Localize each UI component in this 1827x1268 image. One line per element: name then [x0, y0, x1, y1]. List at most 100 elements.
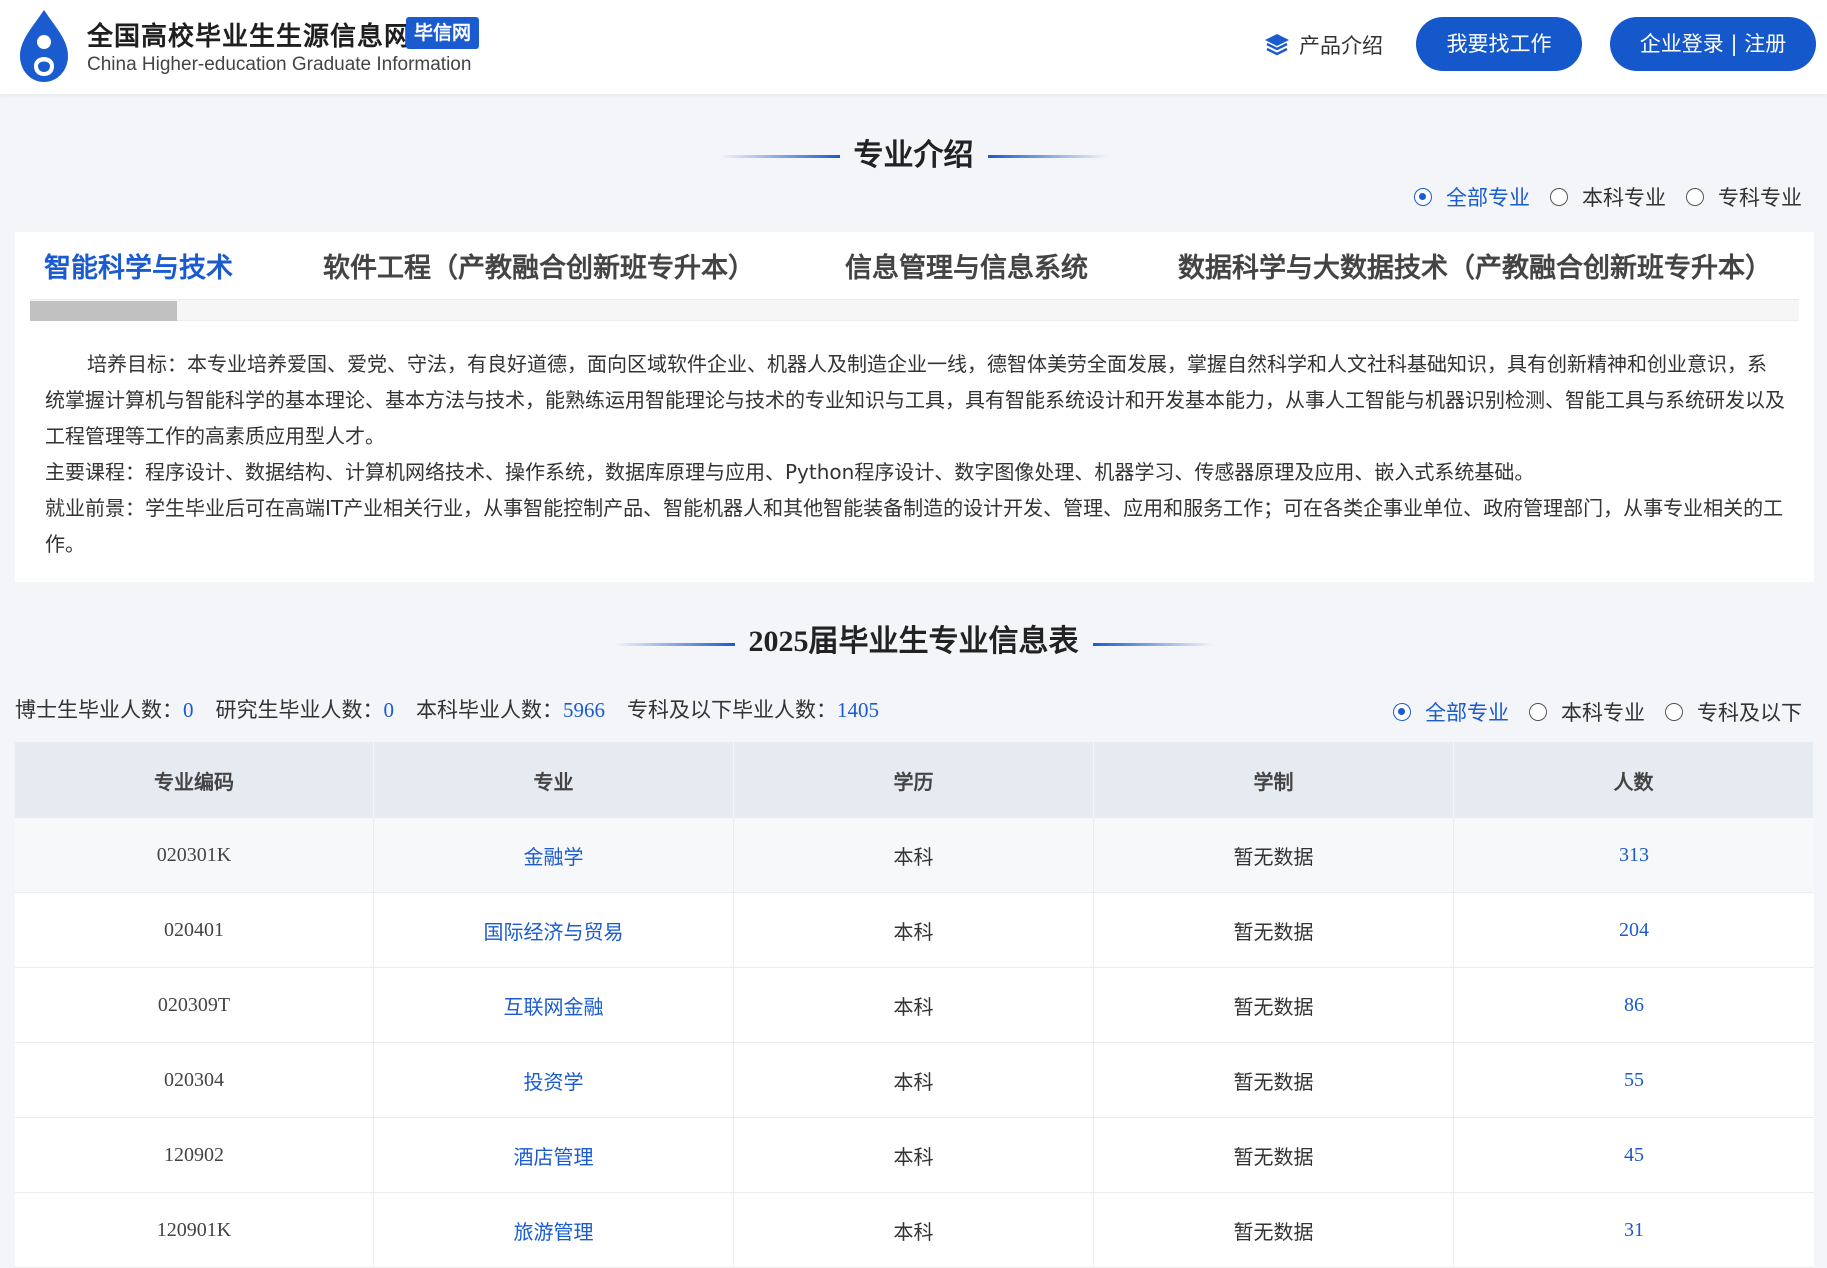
table-row: 120902 酒店管理 本科 暂无数据 45 — [15, 1118, 1814, 1193]
cell-duration: 暂无数据 — [1094, 1193, 1454, 1267]
stat-value: 0 — [383, 698, 395, 722]
cell-code: 120901K — [15, 1193, 374, 1267]
radio-selected-icon — [1414, 188, 1432, 206]
tab-software-engineering[interactable]: 软件工程（产教融合创新班专升本） — [323, 246, 755, 285]
table-filter-undergrad[interactable]: 本科专业 — [1529, 697, 1645, 727]
cell-major-link[interactable]: 旅游管理 — [374, 1193, 734, 1267]
stat-label: 博士生毕业人数： — [15, 698, 183, 722]
tabs-scrollbar-thumb[interactable] — [30, 301, 177, 321]
title-decoration-right — [987, 155, 1108, 158]
site-logo-icon[interactable] — [14, 8, 74, 84]
graduate-stats: 博士生毕业人数：0 研究生毕业人数：0 本科毕业人数：5966 专科及以下毕业人… — [15, 694, 901, 724]
cell-major-link[interactable]: 金融学 — [374, 818, 734, 892]
table-row: 120901K 旅游管理 本科 暂无数据 31 — [15, 1193, 1814, 1268]
tabs-scrollbar[interactable] — [30, 299, 1799, 321]
stat-master: 研究生毕业人数：0 — [216, 694, 395, 724]
cell-count: 45 — [1624, 1143, 1644, 1166]
cell-degree: 本科 — [734, 1193, 1094, 1267]
training-goal-text: 培养目标：本专业培养爱国、爱党、守法，有良好道德，面向区域软件企业、机器人及制造… — [45, 352, 1785, 448]
cell-code: 020401 — [15, 893, 374, 967]
cell-count: 86 — [1624, 993, 1644, 1016]
employment-prospects-text: 就业前景：学生毕业后可在高端IT产业相关行业，从事智能控制产品、智能机器人和其他… — [45, 496, 1784, 556]
brand-title: 全国高校毕业生生源信息网 — [87, 22, 412, 52]
enterprise-login-button[interactable]: 企业登录 | 注册 — [1610, 17, 1816, 71]
radio-selected-icon — [1393, 703, 1411, 721]
table-row: 020301K 金融学 本科 暂无数据 313 — [15, 818, 1814, 893]
table-filter-group: 全部专业 本科专业 专科及以下 — [1373, 697, 1802, 727]
column-header-code: 专业编码 — [15, 742, 374, 818]
stat-value: 5966 — [563, 698, 605, 722]
intro-section-title: 专业介绍 — [0, 130, 1827, 174]
radio-icon — [1665, 703, 1683, 721]
cell-degree: 本科 — [734, 1118, 1094, 1192]
table-row: 020309T 互联网金融 本科 暂无数据 86 — [15, 968, 1814, 1043]
cell-code: 020309T — [15, 968, 374, 1042]
cell-duration: 暂无数据 — [1094, 818, 1454, 892]
table-filter-college[interactable]: 专科及以下 — [1665, 697, 1802, 727]
cell-count: 55 — [1624, 1068, 1644, 1091]
table-header-row: 专业编码 专业 学历 学制 人数 — [15, 742, 1814, 818]
tab-information-management[interactable]: 信息管理与信息系统 — [845, 246, 1088, 285]
radio-label: 本科专业 — [1582, 186, 1666, 210]
major-tabs: 智能科学与技术 软件工程（产教融合创新班专升本） 信息管理与信息系统 数据科学与… — [15, 246, 1814, 286]
stat-college: 专科及以下毕业人数：1405 — [627, 694, 879, 724]
intro-filter-group: 全部专业 本科专业 专科专业 — [1394, 182, 1802, 212]
intro-title: 专业介绍 — [853, 138, 974, 173]
stat-label: 研究生毕业人数： — [215, 698, 384, 722]
tab-data-science[interactable]: 数据科学与大数据技术（产教融合创新班专升本） — [1178, 246, 1772, 285]
product-intro-label: 产品介绍 — [1299, 34, 1383, 58]
cell-duration: 暂无数据 — [1094, 968, 1454, 1042]
site-header: 全国高校毕业生生源信息网 毕信网 China Higher-education … — [0, 0, 1827, 94]
table-filter-all[interactable]: 全部专业 — [1393, 697, 1509, 727]
stat-value: 0 — [183, 698, 194, 722]
column-header-duration: 学制 — [1094, 742, 1454, 818]
stat-phd: 博士生毕业人数：0 — [15, 694, 194, 724]
tab-intelligent-science[interactable]: 智能科学与技术 — [44, 246, 233, 285]
cell-code: 020304 — [15, 1043, 374, 1117]
radio-label: 专科及以下 — [1697, 701, 1802, 725]
cell-major-link[interactable]: 酒店管理 — [374, 1118, 734, 1192]
cell-duration: 暂无数据 — [1094, 893, 1454, 967]
table-row: 020304 投资学 本科 暂无数据 55 — [15, 1043, 1814, 1118]
title-decoration-right — [1092, 642, 1213, 646]
column-header-count: 人数 — [1454, 742, 1814, 818]
radio-icon — [1686, 188, 1704, 206]
column-header-degree: 学历 — [734, 742, 1094, 818]
cell-degree: 本科 — [734, 893, 1094, 967]
stat-label: 专科及以下毕业人数： — [627, 698, 837, 722]
cell-major-link[interactable]: 国际经济与贸易 — [374, 893, 734, 967]
major-description: 培养目标：本专业培养爱国、爱党、守法，有良好道德，面向区域软件企业、机器人及制造… — [45, 346, 1785, 562]
cell-degree: 本科 — [734, 818, 1094, 892]
column-header-major: 专业 — [374, 742, 734, 818]
title-decoration-left — [719, 155, 840, 158]
major-info-table: 专业编码 专业 学历 学制 人数 020301K 金融学 本科 暂无数据 313… — [15, 742, 1814, 1268]
cell-count: 313 — [1619, 843, 1649, 866]
radio-label: 全部专业 — [1425, 701, 1509, 725]
cell-count: 204 — [1619, 918, 1649, 941]
radio-icon — [1529, 703, 1547, 721]
find-job-button[interactable]: 我要找工作 — [1416, 17, 1582, 71]
cell-degree: 本科 — [734, 968, 1094, 1042]
table-section-title: 2025届毕业生专业信息表 — [0, 616, 1827, 660]
cell-code: 120902 — [15, 1118, 374, 1192]
radio-label: 本科专业 — [1561, 701, 1645, 725]
radio-label: 全部专业 — [1446, 186, 1530, 210]
intro-filter-all[interactable]: 全部专业 — [1414, 182, 1530, 212]
product-intro-link[interactable]: 产品介绍 — [1263, 30, 1383, 60]
cell-major-link[interactable]: 互联网金融 — [374, 968, 734, 1042]
cell-count: 31 — [1624, 1218, 1644, 1241]
radio-label: 专科专业 — [1718, 186, 1802, 210]
brand-tag: 毕信网 — [406, 17, 480, 49]
layers-icon — [1265, 34, 1289, 56]
cell-major-link[interactable]: 投资学 — [374, 1043, 734, 1117]
cell-duration: 暂无数据 — [1094, 1043, 1454, 1117]
main-courses-text: 主要课程：程序设计、数据结构、计算机网络技术、操作系统，数据库原理与应用、Pyt… — [45, 460, 1535, 484]
cell-code: 020301K — [15, 818, 374, 892]
intro-filter-undergrad[interactable]: 本科专业 — [1550, 182, 1666, 212]
title-decoration-left — [614, 642, 735, 646]
intro-filter-college[interactable]: 专科专业 — [1686, 182, 1802, 212]
cell-duration: 暂无数据 — [1094, 1118, 1454, 1192]
stat-bachelor: 本科毕业人数：5966 — [416, 694, 605, 724]
stat-value: 1405 — [837, 698, 879, 722]
table-title: 2025届毕业生专业信息表 — [748, 625, 1079, 658]
